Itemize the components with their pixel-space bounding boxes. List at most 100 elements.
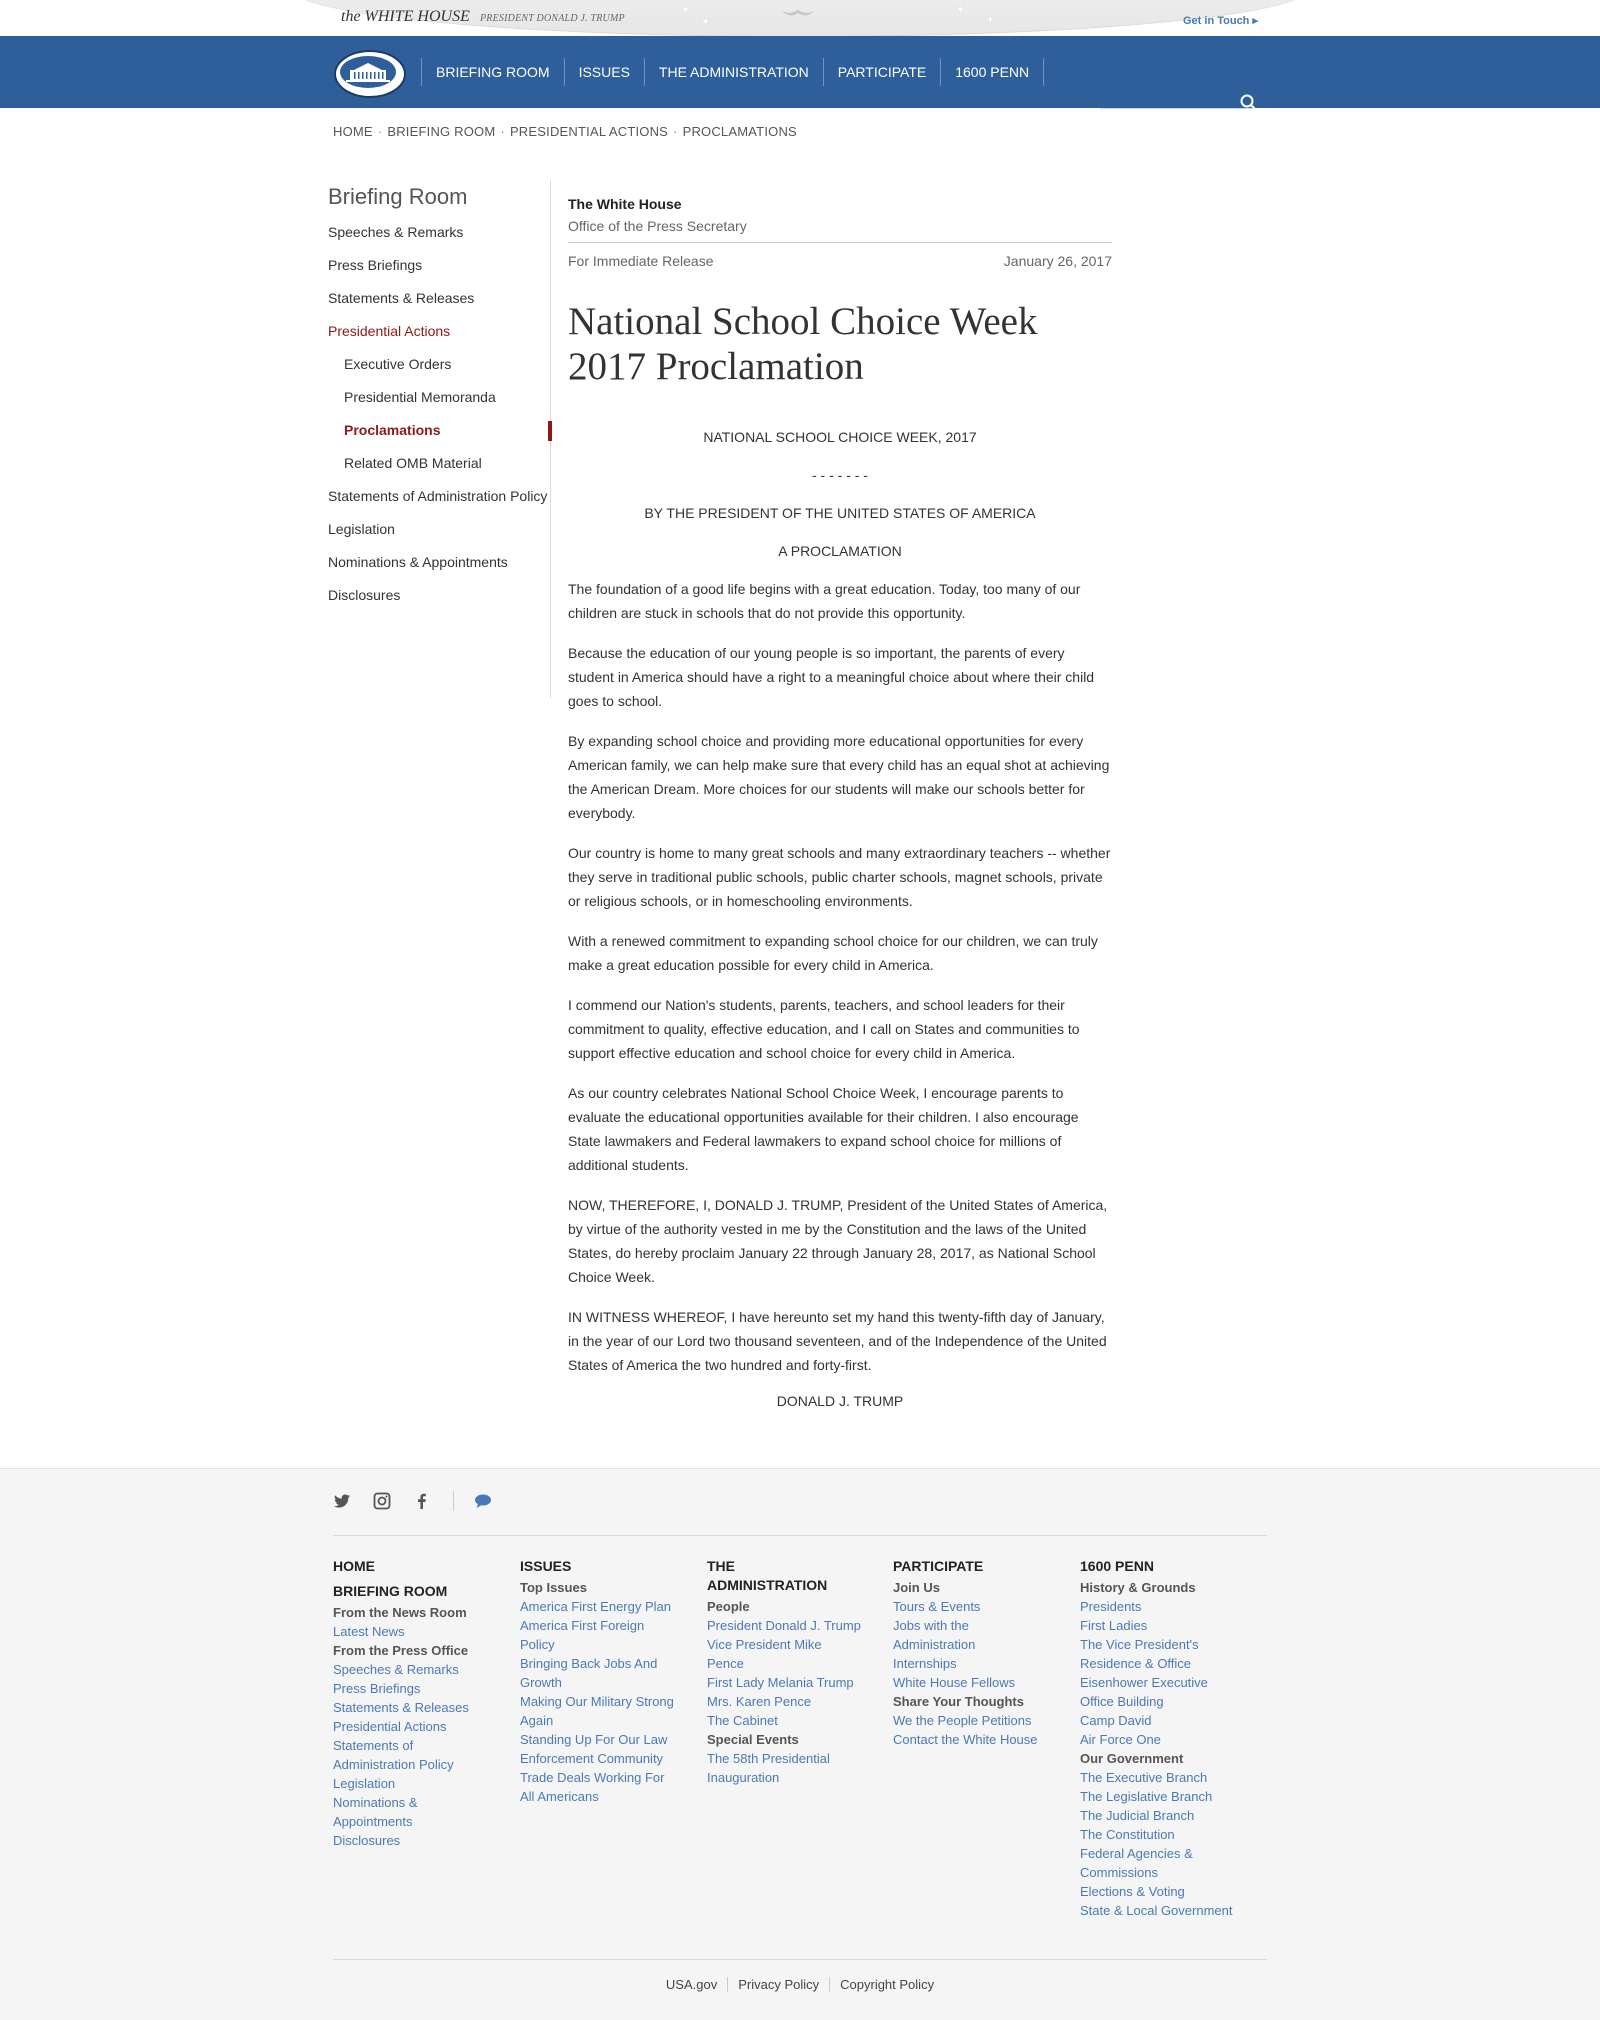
footer-subheading: History & Grounds: [1080, 1580, 1196, 1595]
footer-home-heading[interactable]: HOME: [333, 1557, 503, 1576]
footer-column-1600-penn: 1600 PENN History & Grounds Presidents F…: [1080, 1557, 1250, 1920]
footer-link[interactable]: White House Fellows: [893, 1673, 1058, 1692]
footer-link[interactable]: Nominations & Appointments: [333, 1793, 443, 1831]
footer-link[interactable]: Making Our Military Strong Again: [520, 1692, 680, 1730]
footer-link[interactable]: The Constitution: [1080, 1825, 1250, 1844]
facebook-icon[interactable]: [413, 1492, 431, 1510]
breadcrumb-proclamations[interactable]: PROCLAMATIONS: [683, 124, 797, 139]
nav-the-administration[interactable]: THE ADMINISTRATION: [645, 58, 824, 86]
footer-link[interactable]: First Lady Melania Trump: [707, 1673, 872, 1692]
footer-link[interactable]: Trade Deals Working For All Americans: [520, 1768, 670, 1806]
footer-link[interactable]: The Vice President's Residence & Office: [1080, 1635, 1210, 1673]
footer-link[interactable]: Mrs. Karen Pence: [707, 1692, 872, 1711]
sidebar-item-speeches-remarks[interactable]: Speeches & Remarks: [328, 224, 550, 241]
main-navigation: BRIEFING ROOM ISSUES THE ADMINISTRATION …: [0, 36, 1600, 112]
footer-column-home: HOME BRIEFING ROOM From the News Room La…: [333, 1557, 503, 1850]
footer-link[interactable]: The Legislative Branch: [1080, 1787, 1250, 1806]
proclamation-by-line: BY THE PRESIDENT OF THE UNITED STATES OF…: [644, 505, 1036, 521]
footer-link[interactable]: The Judicial Branch: [1080, 1806, 1250, 1825]
sidebar-item-disclosures[interactable]: Disclosures: [328, 587, 550, 604]
footer-link[interactable]: Contact the White House: [893, 1730, 1058, 1749]
breadcrumb-presidential-actions[interactable]: PRESIDENTIAL ACTIONS: [510, 124, 668, 139]
release-label: For Immediate Release: [568, 253, 714, 269]
sidebar-item-statements-of-administration-policy[interactable]: Statements of Administration Policy: [328, 488, 550, 505]
footer-link[interactable]: America First Energy Plan: [520, 1597, 685, 1616]
footer-link[interactable]: Eisenhower Executive Office Building: [1080, 1673, 1220, 1711]
footer-link[interactable]: Latest News: [333, 1622, 503, 1641]
footer-link[interactable]: Speeches & Remarks: [333, 1660, 503, 1679]
footer-link[interactable]: President Donald J. Trump: [707, 1616, 872, 1635]
sidebar-item-nominations-appointments[interactable]: Nominations & Appointments: [328, 554, 550, 571]
white-house-logo[interactable]: [334, 50, 406, 98]
footer-link[interactable]: Federal Agencies & Commissions: [1080, 1844, 1210, 1882]
footer-1600-penn-heading[interactable]: 1600 PENN: [1080, 1557, 1250, 1576]
footer-link[interactable]: The Executive Branch: [1080, 1768, 1250, 1787]
article-paragraph: Because the education of our young peopl…: [568, 645, 1095, 709]
footer-subheading: Top Issues: [520, 1580, 587, 1595]
sidebar: Briefing Room Speeches & Remarks Press B…: [328, 180, 552, 698]
star-icon: ✶: [985, 12, 996, 27]
sidebar-item-executive-orders[interactable]: Executive Orders: [328, 356, 550, 373]
footer-link[interactable]: Presidents: [1080, 1597, 1250, 1616]
white-house-building-icon: [340, 56, 396, 88]
footer-link[interactable]: Press Briefings: [333, 1679, 503, 1698]
release-date: January 26, 2017: [1003, 253, 1112, 269]
footer-link[interactable]: Legislation: [333, 1774, 503, 1793]
footer-link[interactable]: Statements of Administration Policy: [333, 1736, 473, 1774]
footer-link[interactable]: Camp David: [1080, 1711, 1250, 1730]
footer-privacy-policy-link[interactable]: Privacy Policy: [728, 1977, 831, 1992]
footer-link[interactable]: State & Local Government: [1080, 1901, 1250, 1920]
footer-issues-heading[interactable]: ISSUES: [520, 1557, 685, 1576]
footer-copyright-policy-link[interactable]: Copyright Policy: [830, 1977, 944, 1992]
instagram-icon[interactable]: [373, 1492, 391, 1510]
footer-column-issues: ISSUES Top Issues America First Energy P…: [520, 1557, 685, 1806]
footer-link[interactable]: Tours & Events: [893, 1597, 1058, 1616]
footer-briefing-room-heading[interactable]: BRIEFING ROOM: [333, 1582, 503, 1601]
sidebar-item-related-omb-material[interactable]: Related OMB Material: [328, 455, 550, 472]
site-logo-text[interactable]: the WHITE HOUSE: [341, 8, 470, 26]
footer-link[interactable]: Vice President Mike Pence: [707, 1635, 837, 1673]
footer-usa-gov-link[interactable]: USA.gov: [655, 1977, 729, 1992]
footer-link[interactable]: Disclosures: [333, 1831, 503, 1850]
breadcrumb-home[interactable]: HOME: [333, 124, 373, 139]
sidebar-item-legislation[interactable]: Legislation: [328, 521, 550, 538]
footer-link[interactable]: The Cabinet: [707, 1711, 872, 1730]
footer-link[interactable]: First Ladies: [1080, 1616, 1250, 1635]
sidebar-item-presidential-actions[interactable]: Presidential Actions: [328, 323, 550, 340]
footer-link[interactable]: Elections & Voting: [1080, 1882, 1250, 1901]
sidebar-item-statements-releases[interactable]: Statements & Releases: [328, 290, 550, 307]
footer-link[interactable]: America First Foreign Policy: [520, 1616, 660, 1654]
nav-issues[interactable]: ISSUES: [565, 58, 645, 86]
footer-link[interactable]: Internships: [893, 1654, 1058, 1673]
footer-link[interactable]: Presidential Actions: [333, 1717, 503, 1736]
footer-link[interactable]: Jobs with the Administration: [893, 1616, 1003, 1654]
footer-link[interactable]: We the People Petitions: [893, 1711, 1058, 1730]
search-input[interactable]: [1100, 86, 1254, 109]
article-paragraph: With a renewed commitment to expanding s…: [568, 933, 1098, 973]
sidebar-item-proclamations[interactable]: Proclamations: [328, 421, 552, 441]
footer-participate-heading[interactable]: PARTICIPATE: [893, 1557, 1058, 1576]
sidebar-item-presidential-memoranda[interactable]: Presidential Memoranda: [328, 389, 550, 406]
footer-subheading: From the Press Office: [333, 1643, 469, 1658]
footer-column-administration: THE ADMINISTRATION People President Dona…: [707, 1557, 872, 1787]
footer-link[interactable]: Bringing Back Jobs And Growth: [520, 1654, 670, 1692]
search-icon[interactable]: [1240, 94, 1258, 112]
footer-link[interactable]: Air Force One: [1080, 1730, 1250, 1749]
footer-link[interactable]: The 58th Presidential Inauguration: [707, 1749, 847, 1787]
breadcrumb-separator: ·: [500, 124, 505, 139]
breadcrumb-briefing-room[interactable]: BRIEFING ROOM: [387, 124, 495, 139]
sidebar-item-press-briefings[interactable]: Press Briefings: [328, 257, 550, 274]
article-paragraph: NOW, THEREFORE, I, DONALD J. TRUMP, Pres…: [568, 1197, 1108, 1285]
social-links: [333, 1491, 514, 1511]
footer-subheading: From the News Room: [333, 1605, 467, 1620]
footer-link[interactable]: Statements & Releases: [333, 1698, 503, 1717]
twitter-icon[interactable]: [333, 1492, 351, 1510]
nav-participate[interactable]: PARTICIPATE: [824, 58, 942, 86]
footer-link[interactable]: Standing Up For Our Law Enforcement Comm…: [520, 1730, 680, 1768]
footer-administration-heading[interactable]: THE ADMINISTRATION: [707, 1557, 847, 1595]
nav-1600-penn[interactable]: 1600 PENN: [941, 58, 1045, 86]
footer-subheading: Join Us: [893, 1580, 940, 1595]
get-in-touch-link[interactable]: Get in Touch ▸: [1183, 14, 1258, 27]
nav-briefing-room[interactable]: BRIEFING ROOM: [422, 58, 565, 86]
chat-bubble-icon[interactable]: [474, 1492, 492, 1510]
